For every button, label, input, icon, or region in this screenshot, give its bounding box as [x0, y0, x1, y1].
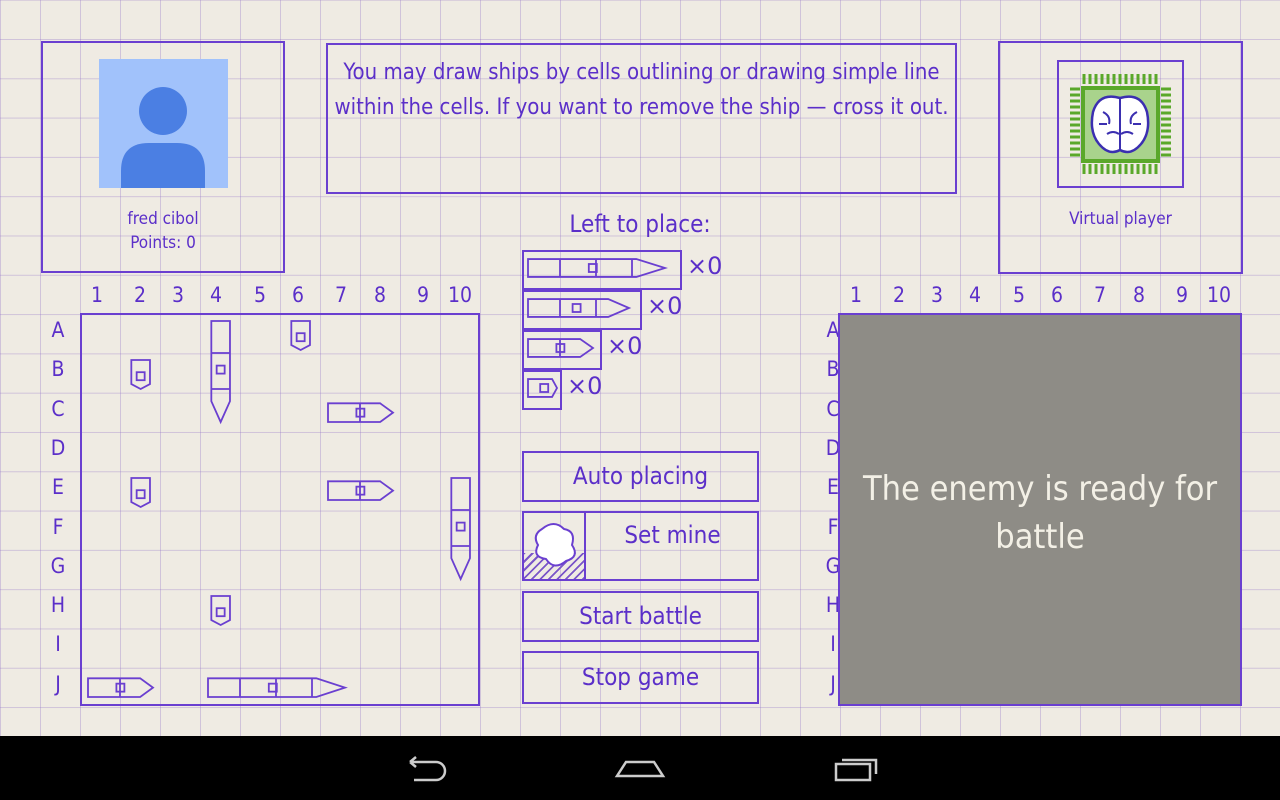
column-label: 10	[1206, 283, 1232, 307]
row-label: E	[52, 475, 64, 500]
mine-icon	[524, 513, 586, 579]
instructions-text: You may draw ships by cells outlining or…	[334, 60, 949, 120]
set-mine-button[interactable]: Set mine	[522, 511, 759, 581]
column-label: 2	[892, 283, 906, 307]
opponent-card: Virtual player	[998, 41, 1243, 274]
column-label: 8	[373, 283, 387, 307]
column-label: 5	[1012, 283, 1026, 307]
ship-count: ×0	[687, 252, 723, 280]
row-label: G	[50, 553, 66, 578]
person-icon	[121, 87, 205, 188]
column-label: 4	[209, 283, 223, 307]
ship[interactable]	[284, 317, 317, 357]
home-icon[interactable]	[614, 754, 666, 784]
row-label: F	[52, 514, 64, 539]
column-label: 2	[133, 283, 147, 307]
column-label: 3	[930, 283, 944, 307]
row-label: D	[50, 435, 66, 460]
start-battle-button[interactable]: Start battle	[522, 591, 759, 642]
ship-count: ×0	[567, 372, 603, 400]
recent-apps-icon[interactable]	[832, 752, 882, 784]
ship-template-3[interactable]	[522, 290, 642, 330]
ship-template-4[interactable]	[522, 250, 682, 290]
row-label: I	[55, 632, 61, 657]
player-card: fred cibol Points: 0	[41, 41, 285, 273]
column-label: 5	[253, 283, 267, 307]
row-label: A	[51, 318, 65, 342]
ship-template-1[interactable]	[522, 370, 562, 410]
ship[interactable]	[124, 474, 157, 514]
ship[interactable]	[124, 356, 157, 396]
ship[interactable]	[444, 474, 477, 586]
column-label: 9	[416, 283, 430, 307]
column-label: 7	[334, 283, 348, 307]
avatar	[99, 59, 228, 188]
row-label: J	[55, 671, 61, 696]
column-label: 1	[90, 283, 104, 307]
column-label: 8	[1132, 283, 1146, 307]
row-label: H	[50, 593, 66, 618]
column-label: 6	[1050, 283, 1064, 307]
column-label: 9	[1175, 283, 1189, 307]
column-label: 7	[1093, 283, 1107, 307]
ship[interactable]	[204, 592, 237, 632]
column-label: 4	[968, 283, 982, 307]
system-nav-bar	[0, 736, 1280, 800]
ship[interactable]	[84, 671, 156, 708]
ship-count: ×0	[607, 332, 643, 360]
row-label: B	[51, 357, 65, 382]
back-icon[interactable]	[400, 754, 450, 784]
ship[interactable]	[204, 671, 348, 708]
enemy-status: The enemy is ready for battle	[862, 469, 1218, 557]
ship[interactable]	[324, 396, 396, 433]
ship[interactable]	[204, 317, 237, 429]
column-label: 6	[291, 283, 305, 307]
brain-chip-icon	[1057, 60, 1184, 188]
enemy-board[interactable]: The enemy is ready for battle	[838, 313, 1242, 706]
player-name: fred cibol	[127, 209, 199, 229]
left-to-place-title: Left to place:	[569, 210, 711, 238]
opponent-name: Virtual player	[1069, 209, 1172, 229]
player-board[interactable]	[80, 313, 480, 706]
ship[interactable]	[324, 474, 396, 511]
auto-placing-button[interactable]: Auto placing	[522, 451, 759, 502]
instructions-panel: You may draw ships by cells outlining or…	[326, 43, 957, 194]
ship-count: ×0	[647, 292, 683, 320]
player-points: Points: 0	[130, 233, 196, 253]
column-label: 3	[171, 283, 185, 307]
set-mine-label: Set mine	[624, 521, 721, 549]
row-label: C	[51, 396, 65, 421]
stop-game-button[interactable]: Stop game	[522, 651, 759, 704]
column-label: 10	[447, 283, 473, 307]
ship-template-2[interactable]	[522, 330, 602, 370]
column-label: 1	[849, 283, 863, 307]
